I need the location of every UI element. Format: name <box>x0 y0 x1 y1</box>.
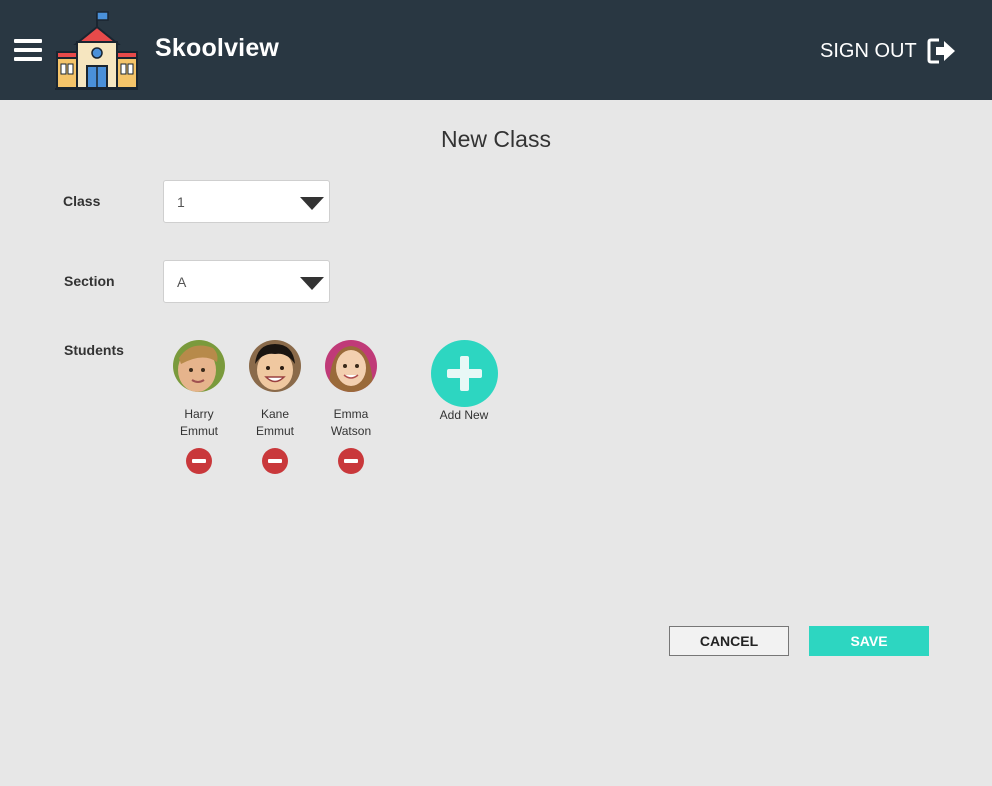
plus-icon <box>430 340 498 407</box>
student-name: Harry Emmut <box>179 407 218 438</box>
remove-student-button[interactable] <box>262 448 288 474</box>
avatar <box>249 340 301 392</box>
students-label: Students <box>64 342 124 358</box>
chevron-down-icon <box>300 277 324 290</box>
add-new-label: Add New <box>439 408 489 422</box>
section-label: Section <box>64 273 115 289</box>
hamburger-menu-icon[interactable] <box>14 39 42 63</box>
page-title: New Class <box>441 126 551 152</box>
sign-out-label: SIGN OUT <box>820 39 917 62</box>
avatar <box>173 340 225 392</box>
school-logo-icon <box>55 11 138 90</box>
save-button[interactable]: SAVE <box>809 626 929 656</box>
add-new-student-button[interactable]: Add New <box>424 340 504 422</box>
student-card: Emma Watson <box>311 340 391 474</box>
section-select-value: A <box>177 274 187 290</box>
app-title: Skoolview <box>155 34 280 62</box>
chevron-down-icon <box>300 197 324 210</box>
class-label: Class <box>63 193 101 209</box>
sign-out-button[interactable]: SIGN OUT <box>820 36 957 66</box>
remove-student-button[interactable] <box>338 448 364 474</box>
sign-out-icon <box>927 38 955 64</box>
remove-student-button[interactable] <box>186 448 212 474</box>
student-name: Kane Emmut <box>255 407 294 438</box>
student-card: Harry Emmut <box>159 340 239 474</box>
class-select[interactable]: 1 <box>163 180 330 223</box>
class-select-value: 1 <box>177 194 185 210</box>
avatar <box>325 340 377 392</box>
cancel-button[interactable]: CANCEL <box>669 626 789 656</box>
student-name: Emma Watson <box>330 407 372 438</box>
student-card: Kane Emmut <box>235 340 315 474</box>
app-header: Skoolview SIGN OUT <box>0 0 992 100</box>
section-select[interactable]: A <box>163 260 330 303</box>
